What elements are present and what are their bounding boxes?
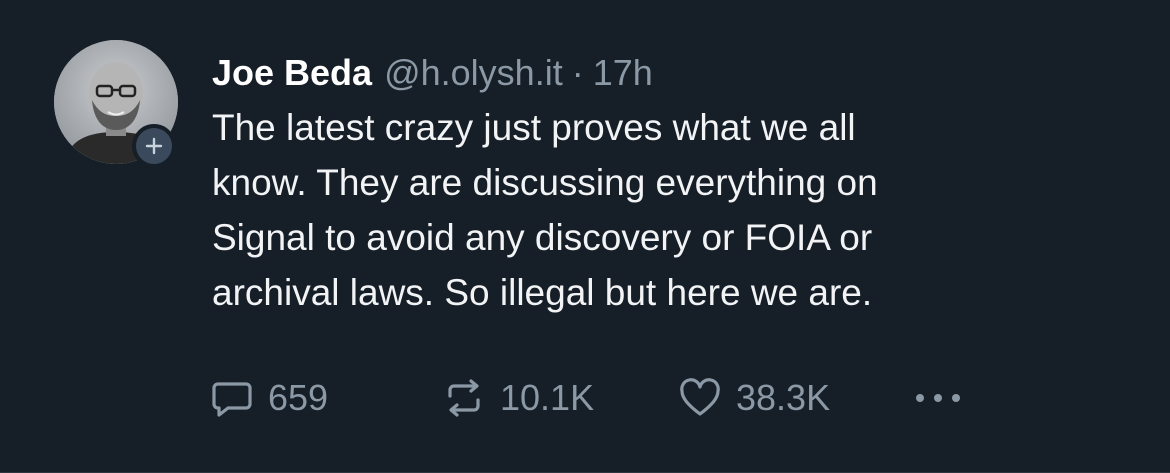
repost-button[interactable]: 10.1K (442, 370, 594, 426)
like-button[interactable]: 38.3K (678, 370, 830, 426)
post-actions: 659 10.1K 38.3K (210, 370, 1010, 426)
separator-dot: · (571, 52, 584, 93)
repost-count: 10.1K (500, 377, 595, 418)
post-header: Joe Beda @h.olysh.it · 17h (212, 50, 1132, 96)
post-text-line: The latest crazy just proves what we all (212, 107, 856, 148)
post[interactable]: Joe Beda @h.olysh.it · 17h The latest cr… (0, 0, 1170, 473)
more-icon (916, 394, 960, 402)
avatar-container[interactable] (54, 40, 180, 168)
post-text-line: archival laws. So illegal but here we ar… (212, 272, 873, 313)
plus-icon (145, 137, 163, 155)
post-content: Joe Beda @h.olysh.it · 17h The latest cr… (212, 50, 1132, 320)
post-text-line: know. They are discussing everything on (212, 162, 878, 203)
reply-icon (212, 382, 252, 417)
repost-icon (448, 379, 480, 417)
post-text-line: Signal to avoid any discovery or FOIA or (212, 217, 873, 258)
reply-button[interactable]: 659 (210, 370, 328, 426)
follow-button[interactable] (132, 124, 176, 168)
post-text: The latest crazy just proves what we all… (212, 100, 1112, 320)
reply-count: 659 (268, 377, 329, 418)
more-options-button[interactable] (910, 370, 966, 426)
heart-icon (680, 378, 720, 416)
post-timestamp[interactable]: 17h (593, 50, 653, 96)
like-count: 38.3K (736, 377, 831, 418)
author-display-name[interactable]: Joe Beda (212, 50, 372, 96)
author-handle[interactable]: @h.olysh.it (384, 50, 563, 96)
